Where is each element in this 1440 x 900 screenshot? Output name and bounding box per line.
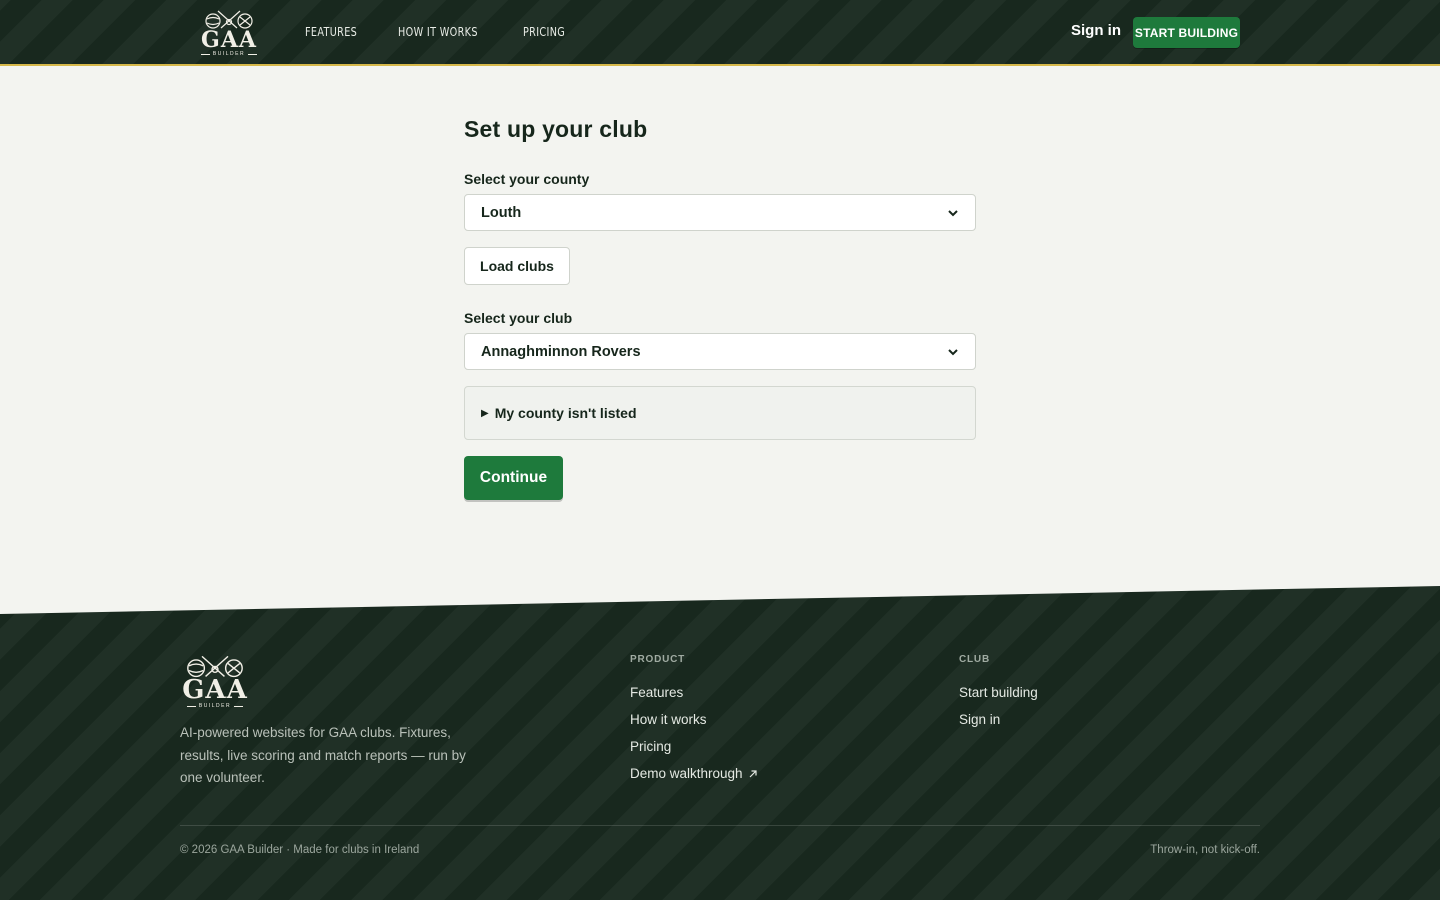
logo-wordmark: GAA [182, 675, 248, 705]
product-heading: PRODUCT [630, 654, 686, 665]
footer-link-features[interactable]: Features [630, 685, 758, 701]
club-select[interactable]: Annaghminnon Rovers [464, 333, 976, 370]
nav-features[interactable]: FEATURES [305, 24, 357, 39]
footer-tagline: AI-powered websites for GAA clubs. Fixtu… [180, 725, 466, 785]
footer-motto: Throw-in, not kick-off. [1150, 844, 1260, 856]
sign-in-link[interactable]: Sign in [1071, 22, 1121, 39]
county-label: Select your county [464, 171, 590, 187]
club-select-value: Annaghminnon Rovers [481, 343, 641, 360]
site-footer: GAA BUILDER AI-powered websites for GAA … [0, 586, 1440, 900]
load-clubs-button[interactable]: Load clubs [464, 247, 570, 285]
page-title: Set up your club [464, 116, 648, 142]
club-links: Start building Sign in [959, 685, 1038, 728]
club-setup-form: Set up your club Select your county Lout… [464, 116, 976, 500]
demo-walkthrough-label: Demo walkthrough [630, 766, 743, 781]
nav-pricing[interactable]: PRICING [523, 24, 565, 39]
footer-link-start-building[interactable]: Start building [959, 685, 1038, 701]
disclosure-summary: My county isn't listed [494, 405, 637, 421]
club-heading: CLUB [959, 654, 990, 665]
start-building-button[interactable]: START BUILDING [1133, 17, 1240, 48]
footer-link-sign-in[interactable]: Sign in [959, 712, 1038, 728]
site-header: GAA BUILDER FEATURES HOW IT WORKS PRICIN… [0, 0, 1440, 66]
continue-button[interactable]: Continue [464, 456, 563, 500]
footer-logo[interactable]: GAA BUILDER [180, 654, 250, 709]
county-select-value: Louth [481, 204, 522, 221]
club-label: Select your club [464, 310, 573, 326]
footer-link-how-it-works[interactable]: How it works [630, 712, 758, 728]
logo-wordmark: GAA [201, 27, 257, 53]
footer-divider [180, 825, 1260, 826]
chevron-down-icon [948, 209, 958, 216]
county-not-listed-disclosure[interactable]: ▶ My county isn't listed [464, 386, 976, 440]
chevron-down-icon [948, 348, 958, 355]
footer-link-demo-walkthrough[interactable]: Demo walkthrough [630, 766, 758, 782]
copyright-text: © 2026 GAA Builder · Made for clubs in I… [180, 844, 420, 856]
external-arrow-icon [749, 770, 757, 778]
county-select[interactable]: Louth [464, 194, 976, 231]
product-links: Features How it works Pricing Demo walkt… [630, 685, 758, 782]
main-nav: FEATURES HOW IT WORKS PRICING [305, 24, 572, 39]
disclosure-triangle-icon: ▶ [481, 407, 489, 419]
footer-link-pricing[interactable]: Pricing [630, 739, 758, 755]
header-logo[interactable]: GAA BUILDER [200, 9, 258, 57]
nav-how-it-works[interactable]: HOW IT WORKS [398, 24, 478, 39]
